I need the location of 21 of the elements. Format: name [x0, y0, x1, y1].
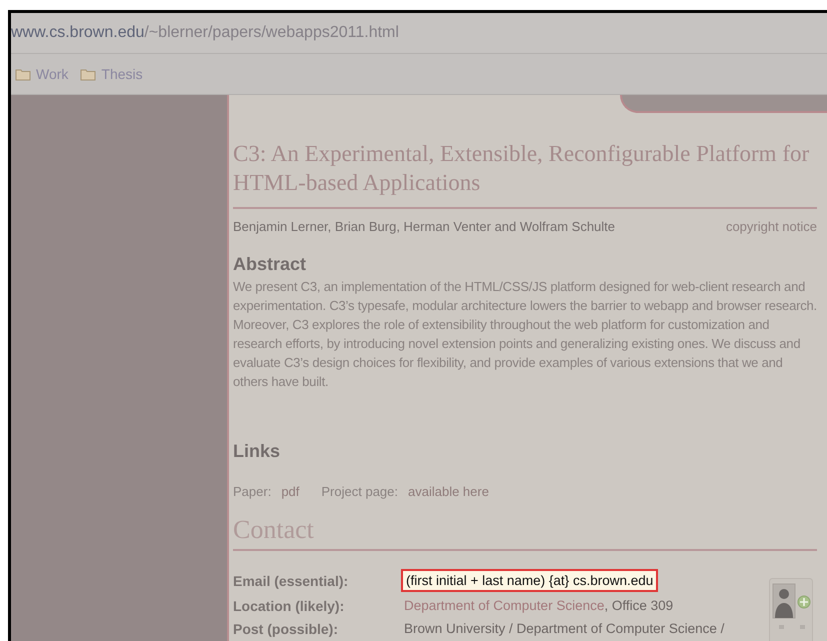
abstract-text: We present C3, an implementation of the HTML/CSS/JS platform designed for web-client research and experimentation. C3’s typesafe, modular architecture lowers the barrier to webapp and browser research. Moreover, C3 explores the role of extensibility throughout the web platform for customization and research efforts, by introducing novel extension points and generalizing existing ones. We discuss and evaluate C3’s design choices for flexibility, and provide examples of various extensions that we and others have built. [233, 278, 817, 391]
section-heading: Links [233, 441, 282, 462]
link-label: Project page: [321, 484, 398, 499]
link[interactable]: available here [408, 484, 489, 499]
section-heading: Abstract [233, 254, 308, 275]
contact-label: Location (likely): [233, 598, 346, 614]
paper-title: C3: An Experimental, Extensible, Reconfigurable Platform for HTML-based Applications [233, 139, 817, 209]
contact-label: Email (essential): [233, 572, 350, 588]
contact-value: Brown University / Department of Computer Science / [403, 620, 726, 638]
address-bar[interactable]: www.cs.brown.edu/~blerner/papers/webapps2011.html [11, 13, 827, 54]
folder-icon [15, 68, 31, 80]
folder-icon [80, 68, 96, 80]
link[interactable]: pdf [281, 484, 300, 499]
bookmark[interactable]: Thesis [80, 66, 143, 82]
copyright-link[interactable]: copyright notice [726, 219, 817, 234]
contact-value: Department of Computer Science, Office 309 [403, 597, 674, 615]
author-list: Benjamin Lerner, Brian Burg, Herman Venter and Wolfram Schulte [233, 219, 616, 234]
contact-label: Post (possible): [233, 620, 340, 636]
bookmark[interactable]: Work [15, 66, 68, 82]
link-label: Paper: [233, 484, 272, 499]
highlighted-value: (first initial + last name) {at} cs.brown.edu [401, 569, 658, 592]
